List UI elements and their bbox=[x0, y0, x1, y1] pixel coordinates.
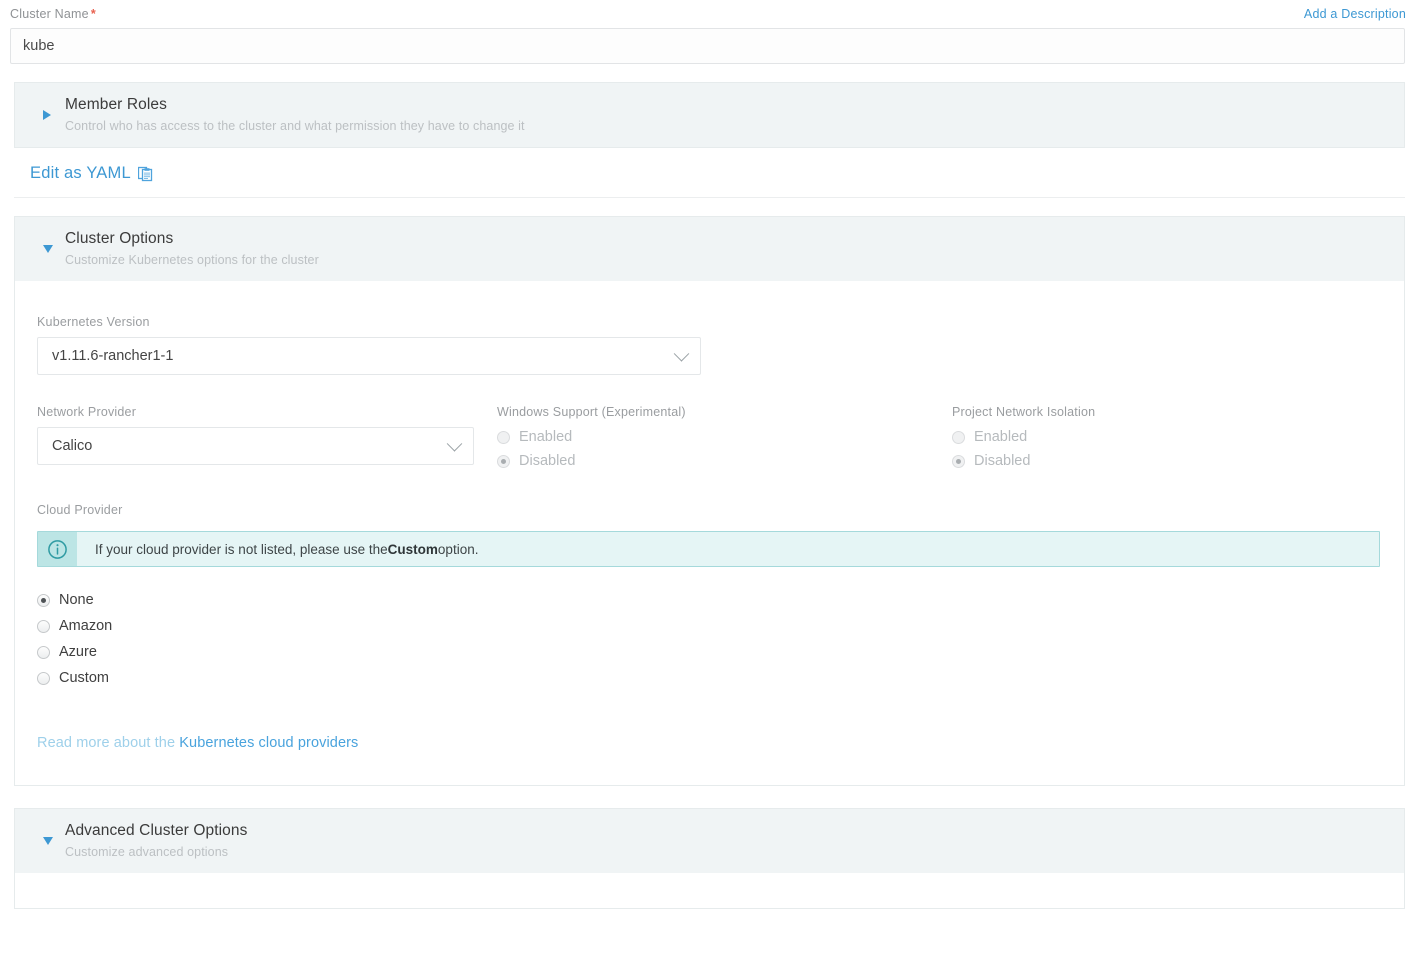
cluster-name-label: Cluster Name * bbox=[10, 7, 96, 21]
kubernetes-cloud-providers-link[interactable]: Kubernetes cloud providers bbox=[179, 735, 358, 751]
cluster-name-input-wrap bbox=[0, 28, 1427, 64]
banner-text-after: option. bbox=[437, 541, 479, 557]
required-asterisk: * bbox=[90, 7, 96, 21]
windows-support-disabled-label: Disabled bbox=[519, 453, 576, 469]
cloud-provider-section: Cloud Provider If your cloud provider is… bbox=[37, 503, 1382, 751]
project-network-isolation-option-disabled: Disabled bbox=[952, 453, 1352, 469]
network-provider-label: Network Provider bbox=[37, 405, 137, 419]
caret-down-icon[interactable] bbox=[43, 837, 53, 845]
banner-text-bold: Custom bbox=[387, 541, 438, 557]
advanced-cluster-options-section: Advanced Cluster Options Customize advan… bbox=[0, 808, 1427, 909]
read-more-prefix: Read more about the bbox=[37, 735, 180, 751]
cluster-options-title: Cluster Options bbox=[65, 230, 174, 247]
project-network-isolation-field: Project Network Isolation Enabled Disabl… bbox=[952, 405, 1352, 469]
windows-support-label: Windows Support (Experimental) bbox=[497, 405, 686, 419]
cluster-name-row: Cluster Name * Add a Description bbox=[0, 0, 1427, 28]
info-circle-icon bbox=[38, 532, 77, 566]
network-provider-value: Calico bbox=[52, 438, 93, 454]
caret-down-icon[interactable] bbox=[43, 245, 53, 253]
cloud-provider-azure-label: Azure bbox=[59, 644, 97, 660]
radio-icon bbox=[37, 645, 50, 659]
read-more-text: Read more about the Kubernetes cloud pro… bbox=[37, 735, 1382, 751]
cluster-options-accordion[interactable]: Cluster Options Customize Kubernetes opt… bbox=[14, 216, 1405, 281]
cloud-provider-label: Cloud Provider bbox=[37, 503, 123, 517]
cluster-name-input[interactable] bbox=[10, 28, 1405, 64]
advanced-cluster-options-subtitle: Customize advanced options bbox=[65, 845, 229, 859]
cloud-provider-option-amazon[interactable]: Amazon bbox=[37, 618, 1382, 634]
kubernetes-version-field: Kubernetes Version v1.11.6-rancher1-1 bbox=[37, 315, 701, 375]
radio-icon-selected bbox=[952, 454, 965, 468]
radio-icon-selected bbox=[497, 454, 510, 468]
cloud-provider-radio-group: None Amazon Azure Custom bbox=[37, 592, 1382, 686]
advanced-cluster-options-body bbox=[14, 873, 1405, 909]
cloud-provider-info-banner: If your cloud provider is not listed, pl… bbox=[37, 531, 1380, 567]
windows-support-field: Windows Support (Experimental) Enabled D… bbox=[497, 405, 952, 469]
edit-as-yaml-label: Edit as YAML bbox=[30, 164, 131, 182]
cluster-name-label-text: Cluster Name bbox=[10, 7, 89, 21]
radio-icon bbox=[37, 619, 50, 633]
network-provider-field: Network Provider Calico bbox=[37, 405, 497, 469]
network-provider-select[interactable]: Calico bbox=[37, 427, 474, 465]
project-network-isolation-disabled-label: Disabled bbox=[974, 453, 1031, 469]
advanced-cluster-options-title: Advanced Cluster Options bbox=[65, 822, 248, 839]
clipboard-icon bbox=[137, 165, 153, 182]
project-network-isolation-label: Project Network Isolation bbox=[952, 405, 1096, 419]
member-roles-accordion[interactable]: Member Roles Control who has access to t… bbox=[14, 82, 1405, 148]
radio-icon-selected bbox=[37, 593, 50, 607]
edit-as-yaml-link[interactable]: Edit as YAML bbox=[30, 164, 153, 183]
cloud-provider-info-text: If your cloud provider is not listed, pl… bbox=[77, 532, 478, 566]
network-options-row: Network Provider Calico Windows Support … bbox=[37, 405, 1382, 469]
windows-support-enabled-label: Enabled bbox=[519, 429, 573, 445]
chevron-down-icon bbox=[446, 436, 463, 452]
kubernetes-version-value: v1.11.6-rancher1-1 bbox=[52, 348, 174, 364]
cloud-provider-option-azure[interactable]: Azure bbox=[37, 644, 1382, 660]
chevron-down-icon bbox=[673, 346, 690, 362]
cloud-provider-amazon-label: Amazon bbox=[59, 618, 113, 634]
project-network-isolation-option-enabled: Enabled bbox=[952, 429, 1352, 445]
member-roles-title: Member Roles bbox=[65, 96, 167, 113]
advanced-cluster-options-accordion[interactable]: Advanced Cluster Options Customize advan… bbox=[14, 808, 1405, 873]
caret-right-icon[interactable] bbox=[43, 110, 51, 120]
cluster-options-body: Kubernetes Version v1.11.6-rancher1-1 Ne… bbox=[14, 281, 1405, 786]
kubernetes-version-select[interactable]: v1.11.6-rancher1-1 bbox=[37, 337, 701, 375]
cloud-provider-none-label: None bbox=[59, 592, 94, 608]
add-a-description-link[interactable]: Add a Description bbox=[1304, 7, 1406, 21]
edit-as-yaml-row: Edit as YAML bbox=[14, 164, 1405, 198]
cloud-provider-custom-label: Custom bbox=[59, 670, 109, 686]
cloud-provider-option-custom[interactable]: Custom bbox=[37, 670, 1382, 686]
windows-support-option-enabled: Enabled bbox=[497, 429, 952, 445]
radio-icon bbox=[37, 671, 50, 685]
banner-text-before: If your cloud provider is not listed, pl… bbox=[95, 541, 388, 557]
radio-icon bbox=[952, 430, 965, 444]
member-roles-subtitle: Control who has access to the cluster an… bbox=[65, 119, 525, 133]
project-network-isolation-enabled-label: Enabled bbox=[974, 429, 1028, 445]
radio-icon bbox=[497, 430, 510, 444]
cluster-options-subtitle: Customize Kubernetes options for the clu… bbox=[65, 253, 319, 267]
windows-support-option-disabled: Disabled bbox=[497, 453, 952, 469]
kubernetes-version-label: Kubernetes Version bbox=[37, 315, 150, 329]
cloud-provider-option-none[interactable]: None bbox=[37, 592, 1382, 608]
